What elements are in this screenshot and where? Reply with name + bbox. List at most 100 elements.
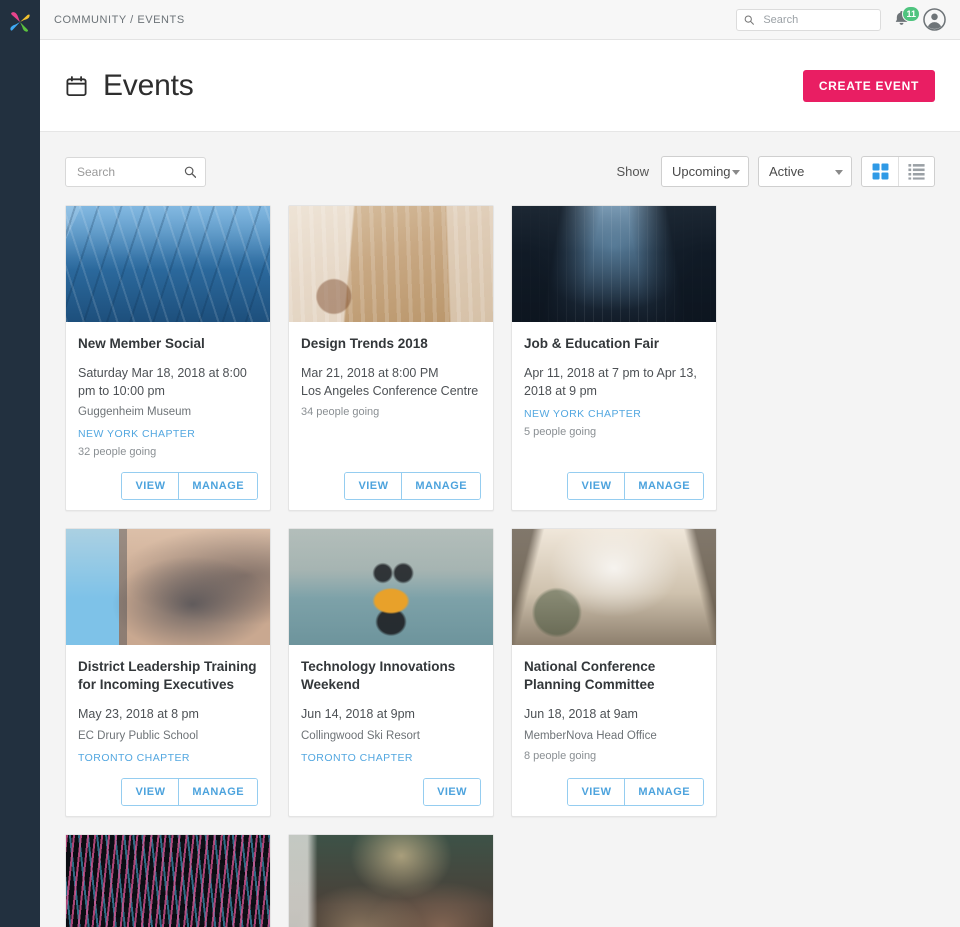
create-event-button[interactable]: CREATE EVENT bbox=[803, 70, 935, 102]
event-date: Jun 14, 2018 at 9pm bbox=[301, 706, 481, 724]
manage-event-button[interactable]: MANAGE bbox=[178, 779, 257, 805]
event-thumbnail[interactable] bbox=[289, 529, 493, 645]
event-title[interactable]: Technology Innovations Weekend bbox=[301, 658, 481, 694]
chevron-down-icon bbox=[835, 170, 843, 175]
event-thumbnail[interactable] bbox=[512, 529, 716, 645]
event-card[interactable]: Design Trends 2018 Mar 21, 2018 at 8:00 P… bbox=[288, 205, 494, 511]
event-date: Jun 18, 2018 at 9am bbox=[524, 706, 704, 724]
event-card-actions: VIEWMANAGE bbox=[301, 458, 481, 500]
timeframe-select-value: Upcoming bbox=[672, 164, 731, 179]
event-card-actions: VIEWMANAGE bbox=[524, 764, 704, 806]
event-venue: Collingwood Ski Resort bbox=[301, 728, 481, 744]
event-card[interactable]: District Leadership Training for Incomin… bbox=[65, 528, 271, 816]
filter-bar: Show Upcoming Active bbox=[65, 156, 935, 187]
status-select-value: Active bbox=[769, 164, 804, 179]
top-bar: COMMUNITY / EVENTS 11 bbox=[40, 0, 960, 40]
event-thumbnail[interactable] bbox=[66, 835, 270, 927]
event-attendance: 8 people going bbox=[524, 750, 704, 762]
event-chapter-link[interactable]: NEW YORK CHAPTER bbox=[524, 408, 704, 420]
status-select[interactable]: Active bbox=[758, 156, 852, 187]
event-card-body: District Leadership Training for Incomin… bbox=[66, 645, 270, 815]
event-card[interactable]: Job & Education Fair Apr 11, 2018 at 7 pm… bbox=[511, 205, 717, 511]
filter-controls: Show Upcoming Active bbox=[616, 156, 935, 187]
event-card[interactable]: Beta Users Meetup "Best Practices for SE… bbox=[65, 834, 271, 927]
breadcrumb[interactable]: COMMUNITY / EVENTS bbox=[54, 14, 185, 26]
grid-view-button[interactable] bbox=[862, 157, 898, 186]
view-event-button[interactable]: VIEW bbox=[424, 779, 480, 805]
event-card-body: Job & Education Fair Apr 11, 2018 at 7 pm… bbox=[512, 322, 716, 510]
calendar-icon bbox=[65, 74, 88, 98]
app-root: COMMUNITY / EVENTS 11 bbox=[0, 0, 960, 927]
event-venue: Guggenheim Museum bbox=[78, 404, 258, 420]
event-attendance: 34 people going bbox=[301, 406, 481, 418]
event-title[interactable]: New Member Social bbox=[78, 335, 258, 353]
event-venue: Los Angeles Conference Centre bbox=[301, 383, 481, 401]
event-card[interactable]: New Member Social Saturday Mar 18, 2018 a… bbox=[65, 205, 271, 511]
list-view-button[interactable] bbox=[898, 157, 934, 186]
avatar[interactable] bbox=[923, 8, 946, 31]
events-grid: New Member Social Saturday Mar 18, 2018 a… bbox=[65, 205, 935, 927]
event-card-body: Design Trends 2018 Mar 21, 2018 at 8:00 P… bbox=[289, 322, 493, 510]
event-date: Mar 21, 2018 at 8:00 PM bbox=[301, 365, 481, 383]
global-search[interactable] bbox=[736, 9, 881, 31]
event-card-body: Technology Innovations Weekend Jun 14, 20… bbox=[289, 645, 493, 815]
event-card-body: National Conference Planning Committee Ju… bbox=[512, 645, 716, 815]
event-attendance: 32 people going bbox=[78, 446, 258, 458]
manage-event-button[interactable]: MANAGE bbox=[624, 779, 703, 805]
grid-view-icon bbox=[872, 163, 889, 180]
view-event-button[interactable]: VIEW bbox=[122, 779, 178, 805]
view-event-button[interactable]: VIEW bbox=[345, 473, 401, 499]
event-attendance: 5 people going bbox=[524, 426, 704, 438]
event-thumbnail[interactable] bbox=[289, 835, 493, 927]
event-date: Saturday Mar 18, 2018 at 8:00 pm to 10:0… bbox=[78, 365, 258, 401]
view-event-button[interactable]: VIEW bbox=[568, 779, 624, 805]
event-card-actions: VIEWMANAGE bbox=[78, 458, 258, 500]
event-chapter-link[interactable]: NEW YORK CHAPTER bbox=[78, 428, 258, 440]
page-header: Events CREATE EVENT bbox=[40, 40, 960, 132]
page-title: Events bbox=[103, 69, 194, 103]
global-search-input[interactable] bbox=[761, 13, 873, 27]
event-chapter-link[interactable]: TORONTO CHAPTER bbox=[301, 752, 481, 764]
view-event-button[interactable]: VIEW bbox=[568, 473, 624, 499]
event-card-actions: VIEWMANAGE bbox=[78, 764, 258, 806]
event-date: May 23, 2018 at 8 pm bbox=[78, 706, 258, 724]
notifications-button[interactable]: 11 bbox=[892, 9, 912, 31]
event-card-actions: VIEW bbox=[301, 764, 481, 806]
event-card-body: New Member Social Saturday Mar 18, 2018 a… bbox=[66, 322, 270, 510]
notification-badge: 11 bbox=[902, 6, 920, 22]
event-title[interactable]: Job & Education Fair bbox=[524, 335, 704, 353]
view-event-button[interactable]: VIEW bbox=[122, 473, 178, 499]
event-card[interactable]: Technology Innovations Weekend Jun 14, 20… bbox=[288, 528, 494, 816]
event-title[interactable]: Design Trends 2018 bbox=[301, 335, 481, 353]
manage-event-button[interactable]: MANAGE bbox=[624, 473, 703, 499]
event-date: Apr 11, 2018 at 7 pm to Apr 13, 2018 at … bbox=[524, 365, 704, 401]
main-column: COMMUNITY / EVENTS 11 bbox=[40, 0, 960, 927]
event-title[interactable]: National Conference Planning Committee bbox=[524, 658, 704, 694]
event-thumbnail[interactable] bbox=[512, 206, 716, 322]
events-search[interactable] bbox=[65, 157, 206, 187]
content-area: Show Upcoming Active bbox=[40, 132, 960, 927]
event-thumbnail[interactable] bbox=[66, 529, 270, 645]
app-logo-icon[interactable] bbox=[7, 9, 33, 35]
manage-event-button[interactable]: MANAGE bbox=[401, 473, 480, 499]
event-title[interactable]: District Leadership Training for Incomin… bbox=[78, 658, 258, 694]
search-icon bbox=[744, 14, 754, 26]
list-view-icon bbox=[908, 163, 925, 180]
event-card-actions: VIEWMANAGE bbox=[524, 458, 704, 500]
timeframe-select[interactable]: Upcoming bbox=[661, 156, 749, 187]
event-venue: EC Drury Public School bbox=[78, 728, 258, 744]
chevron-down-icon bbox=[732, 170, 740, 175]
search-icon bbox=[184, 165, 197, 179]
show-label: Show bbox=[616, 164, 649, 179]
top-bar-actions: 11 bbox=[736, 8, 946, 31]
events-search-input[interactable] bbox=[75, 164, 184, 180]
event-thumbnail[interactable] bbox=[289, 206, 493, 322]
event-venue: MemberNova Head Office bbox=[524, 728, 704, 744]
event-thumbnail[interactable] bbox=[66, 206, 270, 322]
user-avatar-icon bbox=[923, 8, 946, 31]
manage-event-button[interactable]: MANAGE bbox=[178, 473, 257, 499]
event-card[interactable]: National Conference Planning Committee Ju… bbox=[511, 528, 717, 816]
event-chapter-link[interactable]: TORONTO CHAPTER bbox=[78, 752, 258, 764]
left-nav-rail bbox=[0, 0, 40, 927]
event-card[interactable]: Power Users Group - Annual Board Meeting… bbox=[288, 834, 494, 927]
